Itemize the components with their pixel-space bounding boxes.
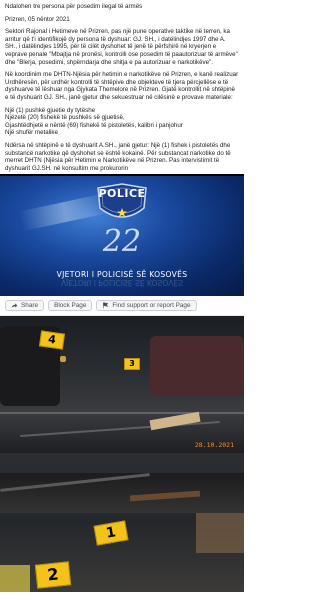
cartridge-object: [60, 356, 66, 363]
post-title: Ndalohen tre persona për posedim ilegal …: [5, 3, 143, 10]
page-actions-bar: Share Block Page Find support or report …: [0, 296, 244, 317]
yellow-object: [0, 565, 30, 593]
trunk-area: [0, 473, 244, 514]
image-top-edge: [0, 174, 244, 177]
share-icon: [11, 303, 18, 308]
floor-stripe: [20, 421, 220, 438]
block-page-label: Block Page: [54, 302, 87, 310]
photo-timestamp: 28.10.2021: [194, 441, 234, 450]
evidence-object: [196, 513, 244, 554]
seat-shape: [150, 336, 244, 397]
post-paragraph: Sektori Rajonal i Hetimeve në Prizren, p…: [5, 28, 238, 66]
evidence-object: [149, 412, 201, 431]
post-body: Ndalohen tre persona për posedim ilegal …: [0, 0, 244, 172]
evidence-marker-2: 2: [34, 561, 72, 589]
post-dateline: Prizren, 05 nëntor 2021: [5, 15, 70, 23]
anniversary-number: 22: [102, 224, 142, 260]
evidence-photo-car-seat: 4 3 28.10.2021: [0, 316, 244, 454]
evidence-marker-3: 3: [124, 358, 140, 371]
floor-stripe: [0, 412, 244, 415]
evidence-item: Njëzetë (20) fishekë të pushkës së gjuet…: [5, 114, 125, 122]
tagline-reflection: VJETORI I POLICISË SË KOSOVËS: [60, 278, 184, 288]
post-paragraph: Në koordinim me DHTN-Njësia për hetimin …: [5, 71, 239, 101]
report-page-button[interactable]: Find support or report Page: [96, 300, 197, 312]
police-anniversary-image: POLICE 22 VJETORI I POLICISË SË KOSOVËS …: [0, 174, 244, 297]
flag-icon: [103, 302, 109, 309]
badge-label: POLICE: [98, 187, 146, 201]
evidence-item: Një shufër metalike: [5, 129, 58, 137]
share-button[interactable]: Share: [5, 300, 45, 312]
evidence-item: Një (1) pushkë gjuetie dy tytëshe: [5, 106, 96, 114]
evidence-item: Gjashtëdhjetë e nëntë (69) fishekë të pi…: [5, 121, 183, 129]
evidence-photo-trunk: 1 2: [0, 453, 244, 593]
evidence-marker-1: 1: [93, 520, 129, 546]
share-label: Share: [21, 302, 39, 310]
report-page-label: Find support or report Page: [112, 302, 191, 310]
post-paragraph: Ndërsa në shtëpinë e të dyshuarit A.SH.,…: [5, 141, 231, 172]
block-page-button[interactable]: Block Page: [48, 300, 93, 312]
